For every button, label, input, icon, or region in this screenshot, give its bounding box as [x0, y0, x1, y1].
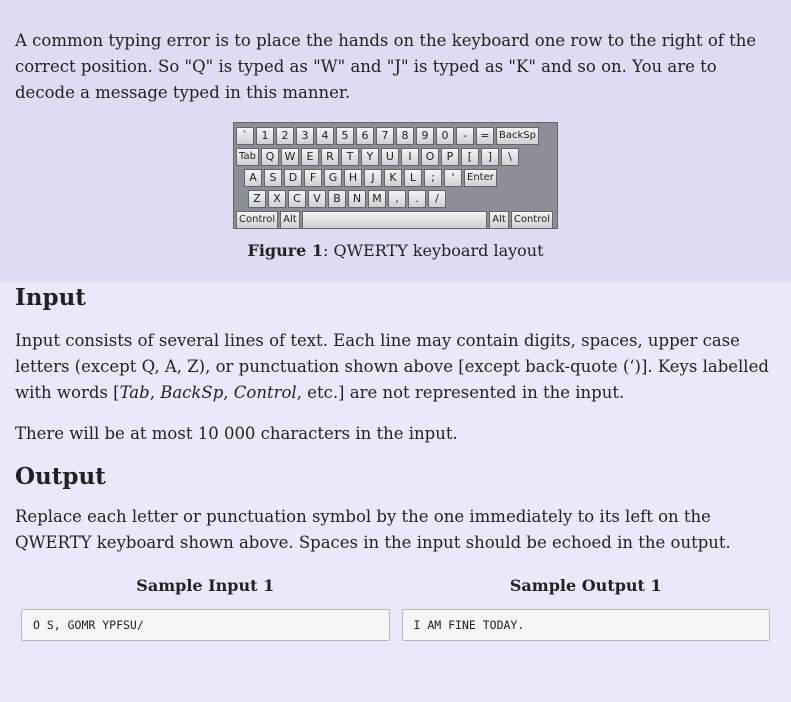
key-row4-3: V [308, 189, 326, 208]
input-paragraph: Input consists of several lines of text.… [15, 328, 776, 406]
key-row3-1: S [264, 168, 282, 187]
key-row4-2: C [288, 189, 306, 208]
figure-label: Figure 1 [247, 241, 324, 260]
key-row1-1: 1 [256, 126, 274, 145]
key-row2-0: Tab [236, 147, 259, 166]
key-row1-9: 9 [416, 126, 434, 145]
key-row2-13: \ [500, 147, 519, 166]
key-row3-3: F [304, 168, 322, 187]
problem-body: Input Input consists of several lines of… [0, 282, 791, 641]
input-term-tab: Tab [119, 383, 150, 402]
key-row5-3: Alt [489, 210, 509, 229]
input-text-b: , etc.] are not represented in the input… [296, 383, 625, 402]
key-row2-1: Q [260, 147, 279, 166]
input-term-backsp: BackSp [160, 383, 224, 402]
key-row2-8: I [400, 147, 419, 166]
input-term-control: Control [233, 383, 297, 402]
key-row3-4: G [324, 168, 342, 187]
key-row5-2 [301, 210, 488, 229]
key-row3-10: ' [444, 168, 462, 187]
key-row2-6: Y [360, 147, 379, 166]
key-row4-0: Z [248, 189, 266, 208]
key-row1-10: 0 [436, 126, 454, 145]
key-row5-0: Control [236, 210, 279, 229]
key-row2-7: U [380, 147, 399, 166]
keyboard-row-3: A S D F G H J K L; ' Enter [236, 167, 555, 188]
key-row1-8: 8 [396, 126, 414, 145]
sample-input-title: Sample Input 1 [136, 576, 275, 595]
keyboard-figure: ` 1 2 3 4 5 6 7 8 9 0- = BackSp Tab Q W E R T Y U I O P[] \ ASD… [15, 122, 776, 260]
output-heading: Output [15, 463, 106, 490]
sample-output-title: Sample Output 1 [509, 576, 662, 595]
input-sep-1: , [149, 383, 161, 402]
key-row1-13: BackSp [496, 126, 539, 145]
key-row2-9: O [420, 147, 439, 166]
key-row1-12: = [476, 126, 494, 145]
key-row1-4: 4 [316, 126, 334, 145]
key-row3-6: J [364, 168, 382, 187]
keyboard-row-4: Z X C V B N M,. / [236, 188, 555, 209]
sample-input: Sample Input 1 O S, GOMR YPFSU/ [21, 576, 390, 641]
key-row4-6: M [368, 189, 386, 208]
key-row1-2: 2 [276, 126, 294, 145]
key-row1-3: 3 [296, 126, 314, 145]
key-row5-4: Control [510, 210, 553, 229]
key-row1-7: 7 [376, 126, 394, 145]
key-row3-11: Enter [464, 168, 497, 187]
sample-input-box[interactable]: O S, GOMR YPFSU/ [21, 609, 390, 641]
samples: Sample Input 1 O S, GOMR YPFSU/ Sample O… [15, 576, 776, 641]
intro-paragraph: A common typing error is to place the ha… [15, 31, 757, 102]
key-row1-0: ` [236, 126, 254, 145]
key-row3-2: D [284, 168, 302, 187]
key-row4-8: . [408, 189, 426, 208]
key-row1-6: 6 [356, 126, 374, 145]
problem-intro-panel: A common typing error is to place the ha… [0, 0, 791, 282]
keyboard-row-5: Control Alt Alt Control [236, 209, 555, 230]
key-row1-5: 5 [336, 126, 354, 145]
input-sep-2: , [223, 383, 234, 402]
keyboard-image: ` 1 2 3 4 5 6 7 8 9 0- = BackSp Tab Q W E R T Y U I O P[] \ ASD… [233, 122, 558, 229]
key-row3-9: ; [424, 168, 442, 187]
key-row3-8: L [404, 168, 422, 187]
input-limit-paragraph: There will be at most 10 000 characters … [15, 424, 458, 443]
key-row2-2: W [280, 147, 299, 166]
key-row2-5: T [340, 147, 359, 166]
keyboard-row-2: Tab Q W E R T Y U I O P[] \ [236, 146, 555, 167]
key-row4-7: , [388, 189, 406, 208]
key-row2-4: R [320, 147, 339, 166]
sample-output-box[interactable]: I AM FINE TODAY. [401, 609, 770, 641]
key-row2-10: P [440, 147, 459, 166]
figure-caption-text: : QWERTY keyboard layout [323, 241, 544, 260]
figure-caption: Figure 1: QWERTY keyboard layout [15, 241, 776, 260]
key-row2-3: E [300, 147, 319, 166]
key-row3-7: K [384, 168, 402, 187]
key-row2-11: [ [460, 147, 479, 166]
sample-output: Sample Output 1 I AM FINE TODAY. [401, 576, 770, 641]
key-row4-4: B [328, 189, 346, 208]
key-row3-5: H [344, 168, 362, 187]
key-row1-11: - [456, 126, 474, 145]
input-heading: Input [15, 284, 86, 311]
keyboard-row-1: ` 1 2 3 4 5 6 7 8 9 0- = BackSp [236, 125, 555, 146]
output-paragraph: Replace each letter or punctuation symbo… [15, 507, 731, 552]
key-row2-12: ] [480, 147, 499, 166]
key-row3-0: A [244, 168, 262, 187]
key-row4-9: / [428, 189, 446, 208]
key-row4-1: X [268, 189, 286, 208]
key-row5-1: Alt [280, 210, 300, 229]
key-row4-5: N [348, 189, 366, 208]
